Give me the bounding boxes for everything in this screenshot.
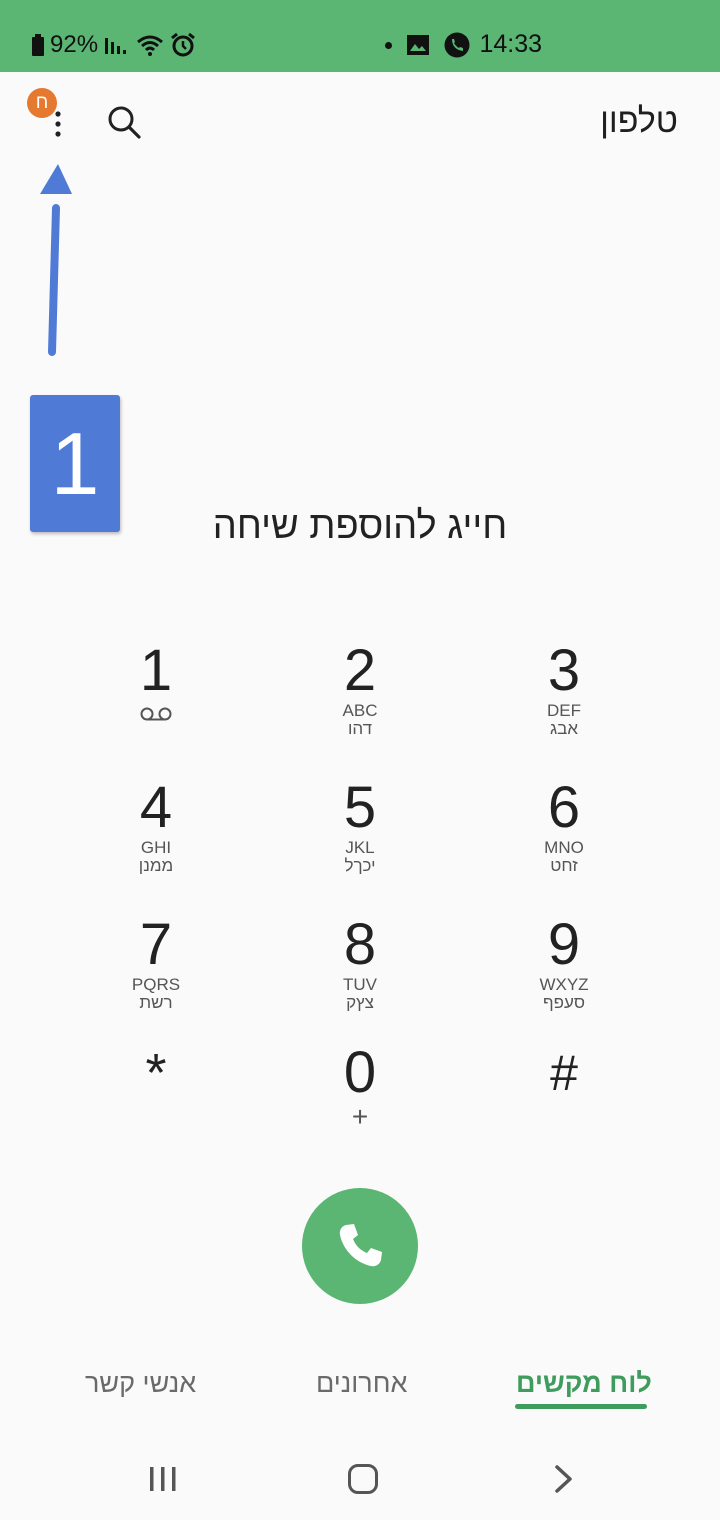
page-title: טלפון: [600, 102, 678, 140]
key-hebrew-letters: ממנן: [138, 856, 174, 875]
key-digit: 4: [139, 775, 173, 840]
key-4[interactable]: 4 GHI ממנן: [66, 777, 246, 897]
key-digit: 7: [139, 912, 173, 977]
key-2[interactable]: 2 ABC דהו: [270, 640, 450, 760]
key-digit: 6: [547, 775, 581, 840]
key-digit: #: [550, 1045, 578, 1101]
number-input[interactable]: חייג להוספת שיחה: [0, 505, 720, 548]
tab-recents[interactable]: אחרונים: [316, 1368, 407, 1399]
key-hebrew-letters: רשת: [139, 993, 173, 1012]
key-letters: MNO: [544, 838, 584, 857]
key-star[interactable]: *: [66, 1042, 246, 1162]
key-letters: JKL: [345, 838, 375, 857]
home-icon[interactable]: [348, 1464, 378, 1494]
notification-dot-icon: [385, 41, 392, 49]
search-button[interactable]: [104, 102, 144, 142]
search-icon: [108, 106, 141, 139]
key-hebrew-letters: יכךל: [344, 856, 376, 875]
bottom-tabs: אנשי קשר אחרונים לוח מקשים: [0, 1360, 720, 1420]
key-digit: 2: [343, 638, 377, 703]
phone-icon: [339, 1224, 382, 1267]
key-9[interactable]: 9 WXYZ סעפף: [474, 914, 654, 1034]
key-digit: 5: [343, 775, 377, 840]
key-digit: *: [145, 1043, 167, 1103]
system-navigation-bar: [0, 1440, 720, 1520]
key-3[interactable]: 3 DEF אבג: [474, 640, 654, 760]
app-header: ח טלפון: [0, 72, 720, 172]
status-notifications: [385, 32, 470, 58]
key-1[interactable]: 1: [66, 640, 246, 760]
key-letters: PQRS: [131, 975, 181, 994]
key-hebrew-letters: אבג: [549, 719, 579, 738]
active-tab-indicator: [515, 1404, 647, 1409]
key-digit: 0: [343, 1040, 377, 1105]
battery-icon: [32, 34, 44, 56]
key-0[interactable]: 0 +: [270, 1042, 450, 1162]
key-letters: DEF: [547, 701, 581, 720]
key-letters: TUV: [343, 975, 377, 994]
alarm-icon: [171, 32, 195, 57]
key-hash[interactable]: #: [474, 1042, 654, 1162]
voicemail-icon: [140, 707, 172, 721]
call-button[interactable]: [302, 1188, 418, 1304]
number-input-placeholder: חייג להוספת שיחה: [212, 505, 508, 547]
key-digit: 1: [139, 638, 173, 703]
tab-contacts[interactable]: אנשי קשר: [85, 1368, 196, 1399]
notification-badge: ח: [27, 88, 57, 118]
key-digit: 8: [343, 912, 377, 977]
key-hebrew-letters: דהו: [347, 719, 373, 738]
key-letters: +: [351, 1101, 369, 1132]
key-digit: 3: [547, 638, 581, 703]
key-8[interactable]: 8 TUV צץק: [270, 914, 450, 1034]
clock: 14:33: [479, 30, 542, 58]
status-bar: 92% 14:33: [0, 0, 720, 72]
key-letters: WXYZ: [539, 975, 589, 994]
key-digit: 9: [547, 912, 581, 977]
key-letters: ABC: [342, 701, 378, 720]
image-icon: [407, 35, 429, 55]
battery-level: 92%: [50, 31, 99, 58]
key-6[interactable]: 6 MNO זחט: [474, 777, 654, 897]
call-ongoing-icon: [444, 32, 470, 58]
key-hebrew-letters: סעפף: [542, 993, 585, 1012]
tab-keypad[interactable]: לוח מקשים: [516, 1368, 652, 1399]
wifi-icon: [137, 35, 164, 56]
status-left: 92%: [32, 30, 196, 60]
key-5[interactable]: 5 JKL יכךל: [270, 777, 450, 897]
back-icon[interactable]: [552, 1464, 576, 1494]
signal-icon: [105, 38, 127, 54]
key-7[interactable]: 7 PQRS רשת: [66, 914, 246, 1034]
key-letters: GHI: [140, 838, 172, 857]
key-hebrew-letters: צץק: [346, 993, 374, 1012]
recents-icon[interactable]: [148, 1464, 178, 1494]
annotation-arrow-icon: [40, 164, 72, 356]
key-hebrew-letters: זחט: [550, 856, 578, 875]
